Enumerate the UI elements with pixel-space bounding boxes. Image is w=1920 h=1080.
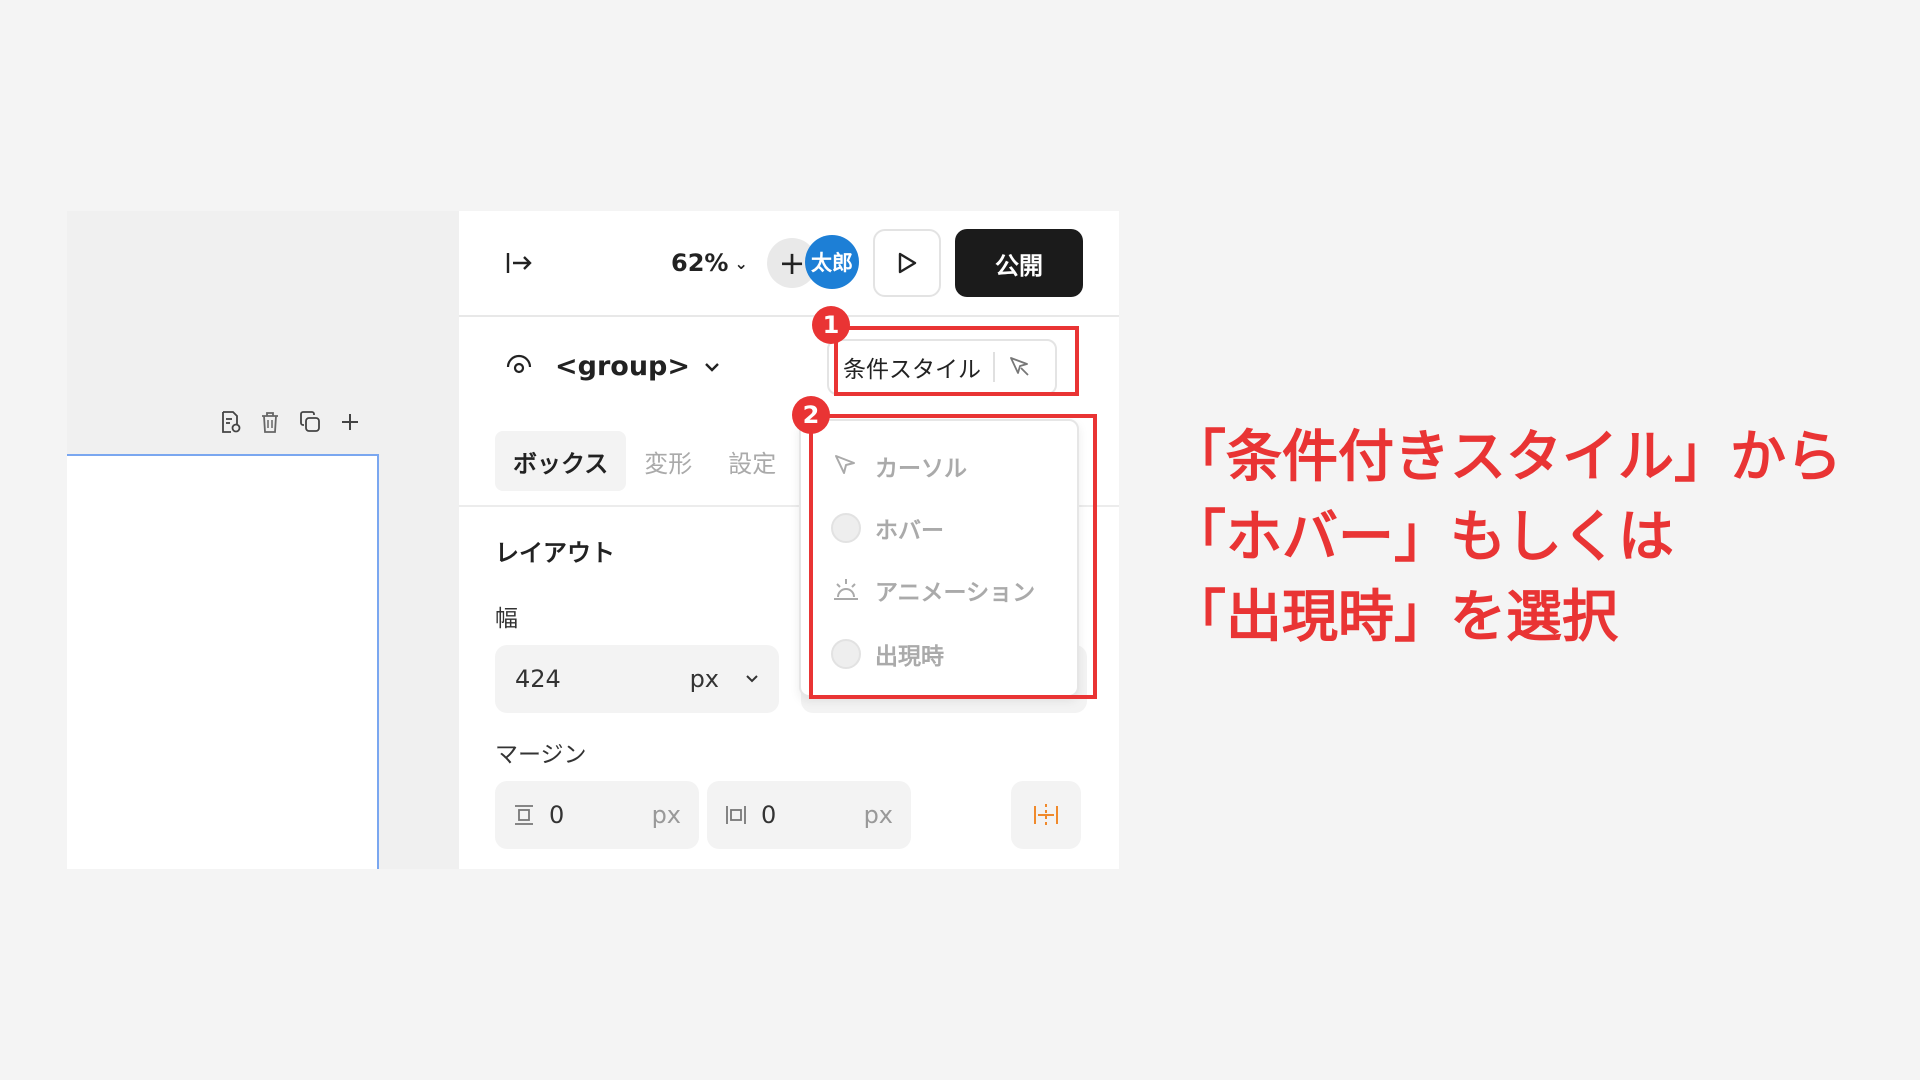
margin-horizontal-unit: px — [863, 801, 893, 829]
caption-line: 「ホバー」もしくは — [1170, 505, 1674, 570]
highlight-box-2 — [809, 414, 1097, 699]
width-unit-select[interactable]: px — [690, 665, 719, 693]
margin-vertical-value: 0 — [549, 801, 565, 829]
element-name: <group> — [555, 351, 690, 382]
canvas-area — [67, 211, 459, 869]
element-selector: <group> — [505, 351, 720, 382]
duplicate-icon[interactable] — [297, 409, 323, 435]
page-settings-icon[interactable] — [217, 409, 243, 435]
chevron-down-icon: ⌄ — [734, 253, 748, 273]
margin-vertical-icon — [515, 805, 533, 825]
instruction-caption: 「条件付きスタイル」から 「ホバー」もしくは 「出現時」を選択 — [1170, 418, 1842, 658]
play-icon — [898, 252, 917, 274]
margin-vertical-input[interactable]: 0 px — [495, 781, 699, 849]
panel-header: 62% ⌄ + 太郎 公開 — [459, 211, 1119, 317]
margin-vertical-unit: px — [651, 801, 681, 829]
tab-box[interactable]: ボックス — [495, 431, 627, 491]
panel-tabs: ボックス 変形 設定 — [495, 431, 794, 491]
zoom-value: 62% — [671, 249, 729, 277]
selected-frame[interactable] — [67, 454, 379, 869]
plus-icon[interactable] — [337, 409, 363, 435]
visibility-icon[interactable] — [505, 353, 533, 381]
step-badge-2: 2 — [792, 396, 830, 434]
element-name-dropdown[interactable]: <group> — [555, 351, 720, 382]
tab-transform[interactable]: 変形 — [626, 431, 710, 491]
tab-settings[interactable]: 設定 — [710, 431, 794, 491]
frame-toolbar — [217, 409, 363, 435]
chevron-down-icon — [746, 675, 758, 683]
chevron-down-icon — [705, 362, 719, 372]
margin-horizontal-input[interactable]: 0 px — [707, 781, 911, 849]
publish-button[interactable]: 公開 — [955, 229, 1083, 297]
preview-button[interactable] — [873, 229, 941, 297]
step-badge-1: 1 — [812, 306, 850, 344]
caption-line: 「条件付きスタイル」から — [1170, 425, 1842, 490]
spacing-icon — [1034, 804, 1058, 826]
width-input[interactable]: 424 px — [495, 645, 779, 713]
section-title: レイアウト — [495, 539, 615, 567]
trash-icon[interactable] — [257, 409, 283, 435]
margin-horizontal-value: 0 — [761, 801, 777, 829]
highlight-box-1 — [834, 326, 1079, 396]
width-value: 424 — [515, 665, 561, 693]
width-label: 幅 — [495, 606, 518, 632]
collapse-panel-icon[interactable] — [505, 249, 535, 281]
margin-link-toggle[interactable] — [1011, 781, 1081, 849]
margin-horizontal-icon — [726, 806, 746, 824]
caption-line: 「出現時」を選択 — [1170, 585, 1618, 650]
margin-label: マージン — [495, 742, 587, 768]
zoom-select[interactable]: 62% ⌄ — [671, 249, 748, 277]
avatar[interactable]: 太郎 — [805, 235, 859, 289]
